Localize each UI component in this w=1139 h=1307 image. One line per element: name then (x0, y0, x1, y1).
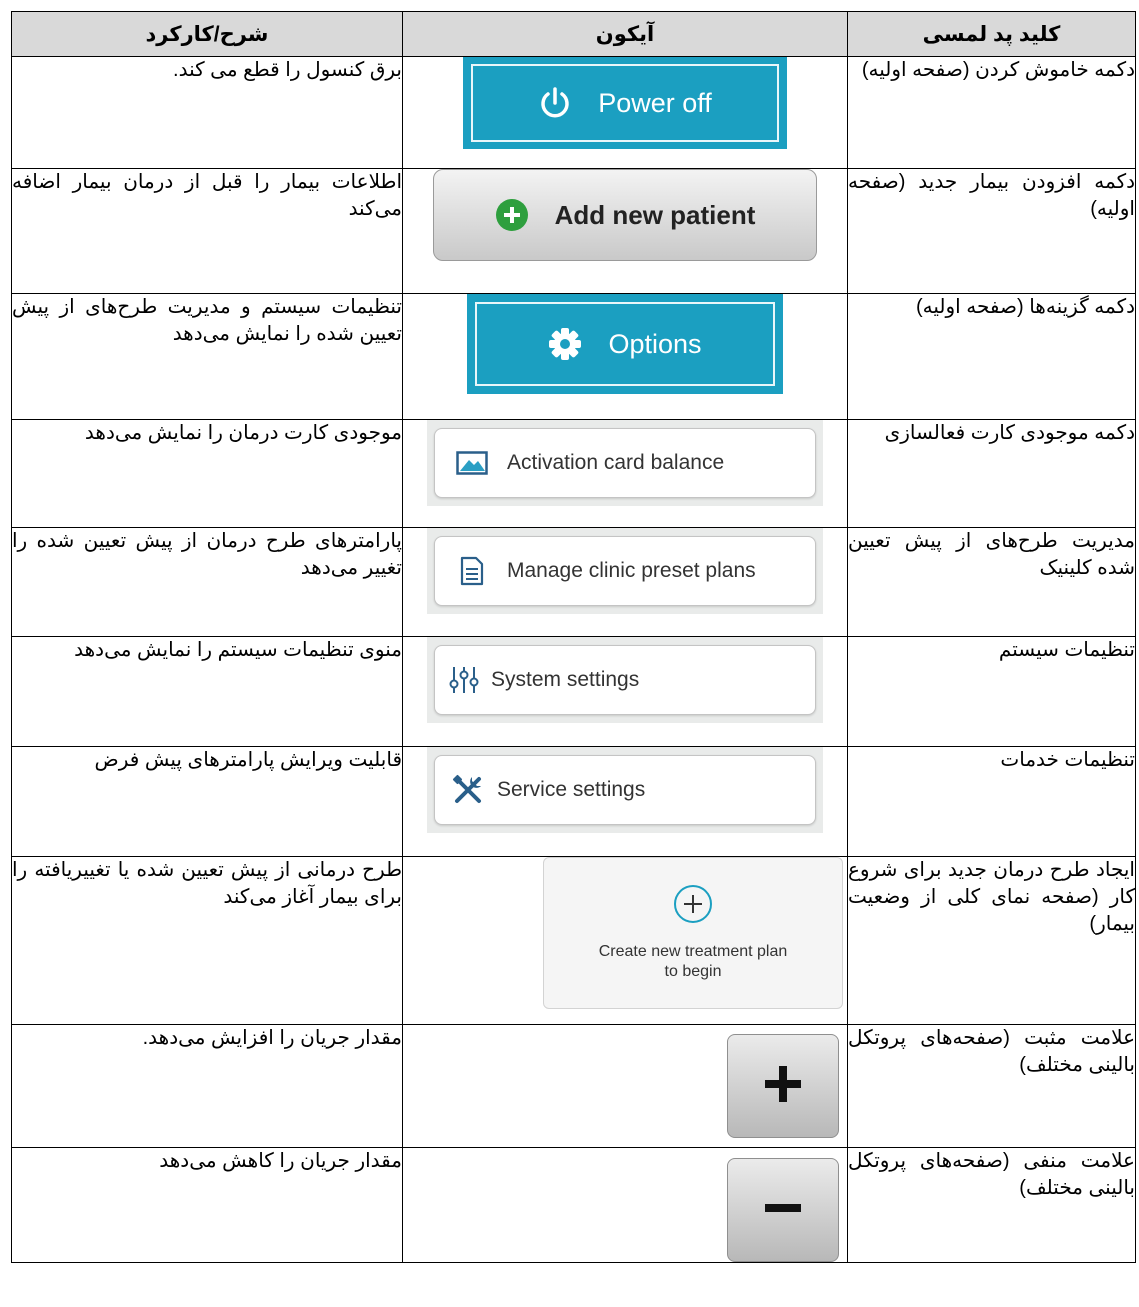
plus-circle-icon (495, 198, 529, 232)
table-row: پارامترهای طرح درمان از پیش تعیین شده را… (11, 527, 1136, 637)
row-key: دکمه افزودن بیمار جدید (صفحه اولیه) (847, 168, 1136, 294)
row-description: موجودی کارت درمان را نمایش می‌دهد (11, 419, 403, 528)
card-icon (455, 451, 489, 475)
sliders-icon (447, 666, 481, 694)
activation-card-balance-button[interactable]: Activation card balance (434, 428, 816, 498)
create-treatment-plan-label: Create new treatment plan to begin (598, 943, 788, 980)
row-description: اطلاعات بیمار را قبل از درمان بیمار اضاف… (11, 168, 403, 294)
row-key: علامت مثبت (صفحه‌های پروتکل بالینی مختلف… (847, 1024, 1136, 1148)
table-row: برق کنسول را قطع می کند. Power off دکمه … (11, 56, 1136, 169)
power-icon (538, 86, 572, 120)
document-icon (455, 556, 489, 586)
header-icon: آیکون (402, 11, 848, 57)
plus-key-button[interactable] (727, 1034, 839, 1138)
manage-clinic-preset-plans-label: Manage clinic preset plans (507, 559, 756, 582)
table-row: طرح درمانی از پیش تعیین شده یا تغییریافت… (11, 856, 1136, 1025)
service-settings-label: Service settings (497, 778, 646, 801)
row-key: تنظیمات سیستم (847, 636, 1136, 747)
row-description: پارامترهای طرح درمان از پیش تعیین شده را… (11, 527, 403, 637)
row-key: ایجاد طرح درمان جدید برای شروع کار (صفحه… (847, 856, 1136, 1025)
row-description: مقدار جریان را افزایش می‌دهد. (11, 1024, 403, 1148)
table-row: تنظیمات سیستم و مدیریت طرح‌های از پیش تع… (11, 293, 1136, 420)
touchpad-keys-table: شرح/کارکرد آیکون کلید پد لمسی برق کنسول … (11, 11, 1136, 1263)
system-settings-button[interactable]: System settings (434, 645, 816, 715)
table-row: موجودی کارت درمان را نمایش می‌دهد Activa… (11, 419, 1136, 528)
row-key: علامت منفی (صفحه‌های پروتکل بالینی مختلف… (847, 1147, 1136, 1263)
minus-icon (763, 1188, 803, 1233)
table-row: قابلیت ویرایش پارامترهای پیش فرض Service… (11, 746, 1136, 857)
add-new-patient-button[interactable]: Add new patient (433, 169, 817, 261)
row-key: مدیریت طرح‌های از پیش تعیین شده کلینیک (847, 527, 1136, 637)
options-label: Options (608, 328, 702, 359)
minus-key-button[interactable] (727, 1158, 839, 1262)
row-key: دکمه گزینه‌ها (صفحه اولیه) (847, 293, 1136, 420)
create-treatment-plan-card[interactable]: Create new treatment plan to begin (543, 857, 843, 1009)
header-description: شرح/کارکرد (11, 11, 403, 57)
table-row: منوی تنظیمات سیستم را نمایش می‌دهد (11, 636, 1136, 747)
system-settings-label: System settings (491, 668, 640, 691)
row-key: دکمه موجودی کارت فعالسازی (847, 419, 1136, 528)
options-button[interactable]: Options (467, 294, 783, 394)
tools-icon (451, 774, 485, 806)
power-off-label: Power off (598, 87, 712, 118)
plus-icon (763, 1064, 803, 1109)
row-description: قابلیت ویرایش پارامترهای پیش فرض (11, 746, 403, 857)
power-off-button[interactable]: Power off (463, 57, 787, 149)
row-description: برق کنسول را قطع می کند. (11, 56, 403, 169)
table-row: اطلاعات بیمار را قبل از درمان بیمار اضاف… (11, 168, 1136, 294)
row-key: دکمه خاموش کردن (صفحه اولیه) (847, 56, 1136, 169)
table-row: مقدار جریان را کاهش می‌دهد علامت منفی (ص… (11, 1147, 1136, 1263)
table-header-row: شرح/کارکرد آیکون کلید پد لمسی (11, 11, 1136, 57)
row-description: منوی تنظیمات سیستم را نمایش می‌دهد (11, 636, 403, 747)
row-description: طرح درمانی از پیش تعیین شده یا تغییریافت… (11, 856, 403, 1025)
header-key: کلید پد لمسی (847, 11, 1136, 57)
add-new-patient-label: Add new patient (554, 199, 756, 230)
service-settings-button[interactable]: Service settings (434, 755, 816, 825)
activation-card-balance-label: Activation card balance (507, 451, 725, 474)
row-key: تنظیمات خدمات (847, 746, 1136, 857)
row-description: تنظیمات سیستم و مدیریت طرح‌های از پیش تع… (11, 293, 403, 420)
gear-icon (548, 327, 582, 361)
table-row: مقدار جریان را افزایش می‌دهد. علامت مثبت… (11, 1024, 1136, 1148)
row-description: مقدار جریان را کاهش می‌دهد (11, 1147, 403, 1263)
manage-clinic-preset-plans-button[interactable]: Manage clinic preset plans (434, 536, 816, 606)
plus-circle-outline-icon (673, 884, 713, 930)
